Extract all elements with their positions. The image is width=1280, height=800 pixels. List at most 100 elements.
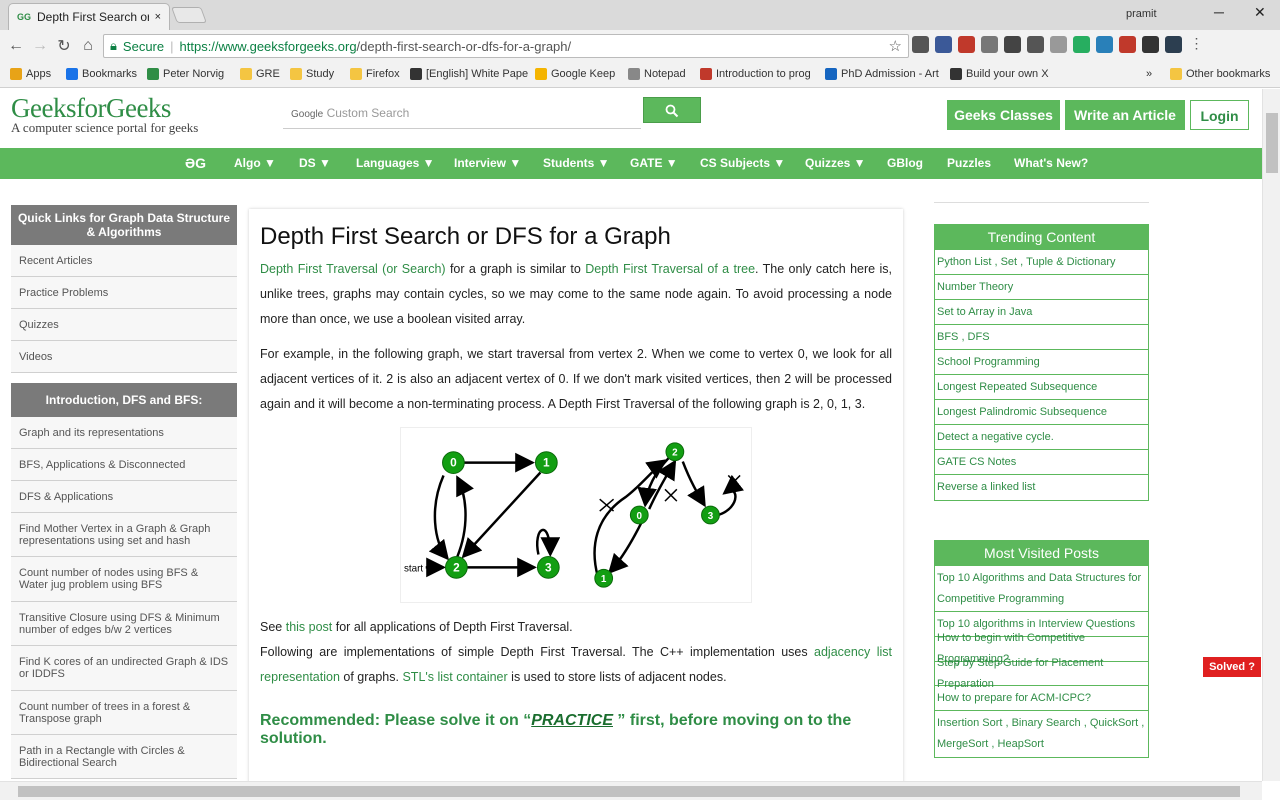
extension-icon[interactable] (1004, 36, 1021, 53)
scroll-thumb[interactable] (18, 786, 1240, 797)
trending-item[interactable]: Number Theory (935, 275, 1148, 300)
bookmark-icon (240, 68, 252, 80)
link-this-post[interactable]: this post (286, 620, 333, 634)
menu-languages[interactable]: Languages ▼ (356, 156, 435, 170)
extension-icon[interactable] (958, 36, 975, 53)
extension-icon[interactable] (981, 36, 998, 53)
horizontal-scrollbar[interactable] (0, 781, 1262, 800)
trending-item[interactable]: Longest Palindromic Subsequence (935, 400, 1148, 425)
trending-item[interactable]: Detect a negative cycle. (935, 425, 1148, 450)
sidebar-item-recent[interactable]: Recent Articles (11, 245, 237, 277)
menu-algo[interactable]: Algo ▼ (234, 156, 276, 170)
bookmark-item[interactable]: [English] White Pape (410, 68, 528, 80)
search-button[interactable] (643, 97, 701, 123)
menu-whats-new[interactable]: What's New? (1014, 156, 1088, 170)
new-tab-button[interactable] (171, 7, 207, 23)
sidebar-item-bfs[interactable]: BFS, Applications & Disconnected (11, 449, 237, 481)
browser-window: GG Depth First Search or DFS × pramit ─ … (0, 0, 1280, 800)
visited-item[interactable]: Top 10 Algorithms and Data Structures fo… (935, 566, 1148, 612)
bookmark-icon (700, 68, 712, 80)
scroll-thumb[interactable] (1266, 113, 1278, 173)
extension-icon[interactable] (1050, 36, 1067, 53)
sidebar-item-dfs[interactable]: DFS & Applications (11, 481, 237, 513)
profile-name[interactable]: pramit (1126, 8, 1157, 20)
trending-item[interactable]: Set to Array in Java (935, 300, 1148, 325)
trending-item[interactable]: Python List , Set , Tuple & Dictionary (935, 250, 1148, 275)
bookmark-icon (290, 68, 302, 80)
back-icon[interactable]: ← (4, 37, 28, 55)
write-article-button[interactable]: Write an Article (1065, 100, 1185, 130)
bookmarks-overflow[interactable]: » (1146, 68, 1152, 80)
bookmark-label: GRE (256, 68, 280, 80)
sidebar-item-k-cores[interactable]: Find K cores of an undirected Graph & ID… (11, 646, 237, 691)
site-search-input[interactable]: Google Custom Search (283, 99, 641, 129)
sidebar-item-count-nodes[interactable]: Count number of nodes using BFS & Water … (11, 557, 237, 602)
sidebar-item-quizzes[interactable]: Quizzes (11, 309, 237, 341)
trending-item[interactable]: School Programming (935, 350, 1148, 375)
vertical-scrollbar[interactable] (1262, 89, 1280, 781)
bookmark-star-icon[interactable]: ☆ (889, 37, 902, 55)
trending-item[interactable]: GATE CS Notes (935, 450, 1148, 475)
menu-students[interactable]: Students ▼ (543, 156, 610, 170)
extension-icon[interactable] (1165, 36, 1182, 53)
other-bookmarks-label: Other bookmarks (1186, 68, 1271, 80)
bookmark-item[interactable]: PhD Admission - Art (825, 68, 939, 80)
trending-item[interactable]: Reverse a linked list (935, 475, 1148, 500)
home-icon[interactable]: ⌂ (76, 37, 100, 55)
link-dft-tree[interactable]: Depth First Traversal of a tree (585, 262, 755, 276)
extension-icon[interactable] (1096, 36, 1113, 53)
close-window-icon[interactable]: ✕ (1254, 4, 1266, 21)
sidebar-item-path-rectangle[interactable]: Path in a Rectangle with Circles & Bidir… (11, 735, 237, 779)
bookmark-item[interactable]: Introduction to prog (700, 68, 811, 80)
site-logo[interactable]: GeeksforGeeks A computer science portal … (11, 93, 198, 136)
menu-quizzes[interactable]: Quizzes ▼ (805, 156, 866, 170)
menu-puzzles[interactable]: Puzzles (947, 156, 991, 170)
menu-interview[interactable]: Interview ▼ (454, 156, 521, 170)
link-dft[interactable]: Depth First Traversal (or Search) (260, 262, 446, 276)
visited-item[interactable]: Insertion Sort , Binary Search , QuickSo… (935, 711, 1148, 757)
forward-icon[interactable]: → (28, 37, 52, 55)
browser-tab[interactable]: GG Depth First Search or DFS × (8, 3, 170, 30)
bookmark-item[interactable]: Google Keep (535, 68, 615, 80)
menu-home-logo[interactable]: ƏG (185, 155, 206, 171)
address-bar[interactable]: 🔒︎ Secure | https://www.geeksforgeeks.or… (103, 34, 909, 58)
menu-cs-subjects[interactable]: CS Subjects ▼ (700, 156, 785, 170)
reload-icon[interactable]: ↻ (52, 36, 76, 56)
extension-icon[interactable] (1073, 36, 1090, 53)
trending-item[interactable]: Longest Repeated Subsequence (935, 375, 1148, 400)
extension-icon[interactable] (1119, 36, 1136, 53)
menu-gblog[interactable]: GBlog (887, 156, 923, 170)
bookmark-item[interactable]: GRE (240, 68, 280, 80)
minimize-icon[interactable]: ─ (1214, 4, 1224, 20)
extension-icon[interactable] (1027, 36, 1044, 53)
menu-gate[interactable]: GATE ▼ (630, 156, 678, 170)
extension-icon[interactable] (1142, 36, 1159, 53)
menu-ds[interactable]: DS ▼ (299, 156, 331, 170)
bookmark-item[interactable]: Notepad (628, 68, 686, 80)
trending-item[interactable]: BFS , DFS (935, 325, 1148, 350)
visited-item[interactable]: Step by Step Guide for Placement Prepara… (935, 657, 1148, 690)
other-bookmarks[interactable]: Other bookmarks (1170, 68, 1270, 80)
practice-link[interactable]: PRACTICE (531, 712, 613, 729)
sidebar-item-graph-rep[interactable]: Graph and its representations (11, 417, 237, 449)
bookmark-item[interactable]: Study (290, 68, 334, 80)
bookmark-item[interactable]: Firefox (350, 68, 400, 80)
tab-close-icon[interactable]: × (155, 11, 161, 23)
bookmark-item[interactable]: Apps (10, 68, 51, 80)
sidebar-item-videos[interactable]: Videos (11, 341, 237, 373)
sidebar-item-transitive[interactable]: Transitive Closure using DFS & Minimum n… (11, 602, 237, 646)
link-stl-list[interactable]: STL's list container (402, 670, 507, 684)
pocket-icon[interactable] (912, 36, 929, 53)
geeks-classes-button[interactable]: Geeks Classes (947, 100, 1060, 130)
sidebar-item-mother-vertex[interactable]: Find Mother Vertex in a Graph & Graph re… (11, 513, 237, 557)
login-button[interactable]: Login (1190, 100, 1249, 130)
extension-icon[interactable] (935, 36, 952, 53)
menu-kebab-icon[interactable]: ⋮ (1188, 36, 1205, 53)
bookmark-item[interactable]: Peter Norvig (147, 68, 224, 80)
bookmark-label: Apps (26, 68, 52, 80)
sidebar-item-count-trees[interactable]: Count number of trees in a forest & Tran… (11, 691, 237, 735)
sidebar-item-practice[interactable]: Practice Problems (11, 277, 237, 309)
bookmark-item[interactable]: Build your own X (950, 68, 1049, 80)
bookmark-item[interactable]: Bookmarks (66, 68, 137, 80)
solved-button[interactable]: Solved ? (1203, 657, 1261, 677)
